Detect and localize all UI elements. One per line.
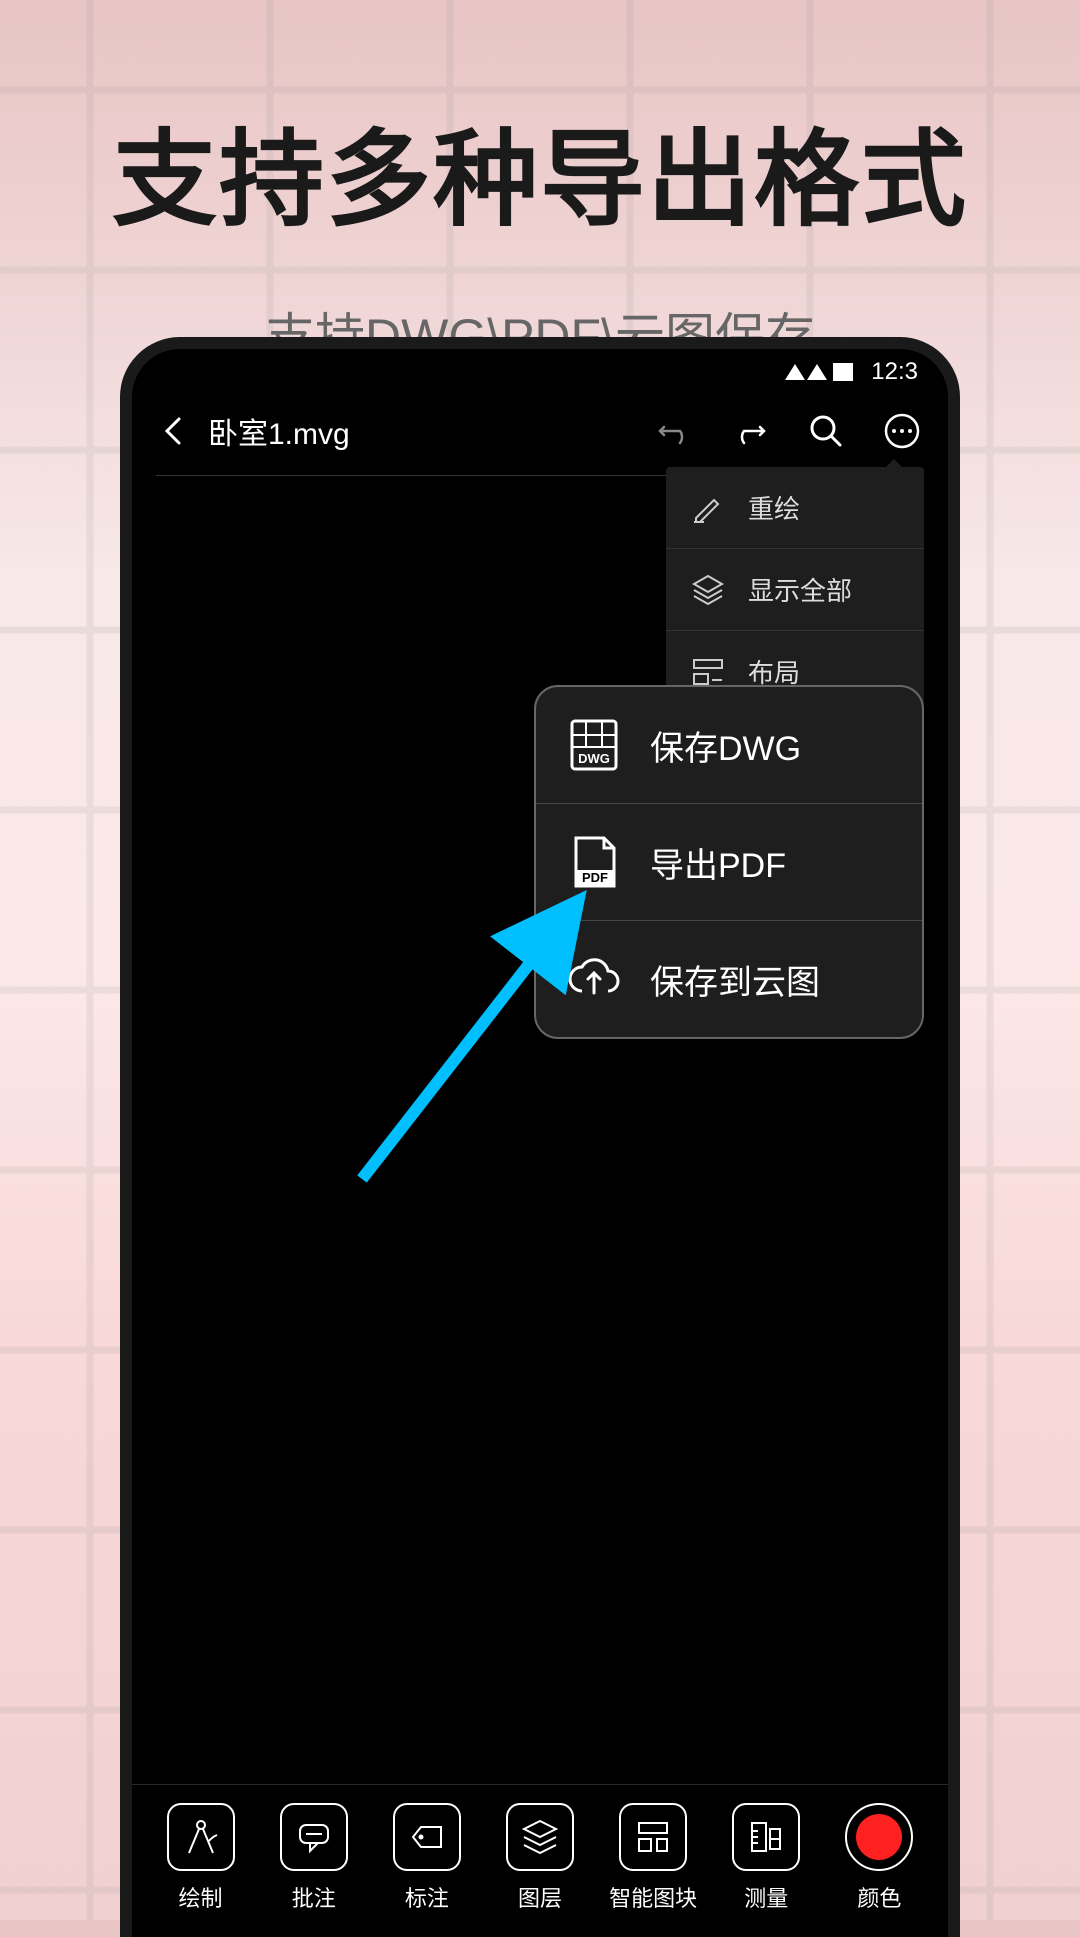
back-button[interactable] bbox=[158, 416, 188, 446]
export-label: 导出PDF bbox=[650, 838, 786, 887]
tool-color[interactable]: 颜色 bbox=[829, 1803, 929, 1913]
dropdown-menu: 重绘 显示全部 布局 bbox=[666, 467, 924, 712]
dwg-icon: DWG bbox=[566, 717, 622, 773]
export-label: 保存DWG bbox=[650, 721, 801, 770]
tool-label: 标注 bbox=[405, 1881, 449, 1913]
signal-icon bbox=[785, 364, 827, 380]
main-title: 支持多种导出格式 bbox=[0, 95, 1080, 247]
tool-smartblock[interactable]: 智能图块 bbox=[603, 1803, 703, 1913]
title-section: 支持多种导出格式 支持DWG\PDF\云图保存 bbox=[0, 0, 1080, 369]
undo-button[interactable] bbox=[654, 411, 694, 451]
file-title: 卧室1.mvg bbox=[208, 409, 634, 453]
tool-draw[interactable]: 绘制 bbox=[151, 1803, 251, 1913]
dropdown-label: 重绘 bbox=[748, 489, 800, 526]
tool-label: 测量 bbox=[744, 1881, 788, 1913]
tool-label: 批注 bbox=[292, 1881, 336, 1913]
svg-text:PDF: PDF bbox=[582, 870, 608, 885]
color-circle-icon bbox=[845, 1803, 913, 1871]
compass-icon bbox=[167, 1803, 235, 1871]
tool-label: 绘制 bbox=[179, 1881, 223, 1913]
redraw-icon bbox=[690, 490, 726, 526]
dropdown-item-redraw[interactable]: 重绘 bbox=[666, 467, 924, 549]
dropdown-label: 显示全部 bbox=[748, 571, 852, 608]
tool-label: 颜色 bbox=[857, 1881, 901, 1913]
app-header: 卧室1.mvg bbox=[132, 387, 948, 475]
redo-button[interactable] bbox=[730, 411, 770, 451]
tool-label: 图层 bbox=[518, 1881, 562, 1913]
tag-icon bbox=[393, 1803, 461, 1871]
layers-stack-icon bbox=[506, 1803, 574, 1871]
cloud-upload-icon bbox=[566, 951, 622, 1007]
bottom-toolbar: 绘制 批注 标注 bbox=[132, 1784, 948, 1937]
grid-icon bbox=[619, 1803, 687, 1871]
layers-icon bbox=[690, 572, 726, 608]
tool-annotate[interactable]: 标注 bbox=[377, 1803, 477, 1913]
more-button[interactable] bbox=[882, 411, 922, 451]
export-item-dwg[interactable]: DWG 保存DWG bbox=[536, 687, 922, 804]
export-item-pdf[interactable]: PDF 导出PDF bbox=[536, 804, 922, 921]
battery-icon bbox=[833, 363, 857, 381]
tool-layers[interactable]: 图层 bbox=[490, 1803, 590, 1913]
dropdown-item-showall[interactable]: 显示全部 bbox=[666, 549, 924, 631]
status-bar: 12:3 bbox=[132, 349, 948, 387]
phone-frame: 12:3 卧室1.mvg bbox=[120, 337, 960, 1937]
svg-text:DWG: DWG bbox=[578, 751, 610, 766]
ruler-icon bbox=[732, 1803, 800, 1871]
search-button[interactable] bbox=[806, 411, 846, 451]
export-menu: DWG 保存DWG PDF 导出PDF bbox=[534, 685, 924, 1039]
status-time: 12:3 bbox=[871, 358, 918, 386]
tool-label: 智能图块 bbox=[609, 1881, 697, 1913]
tool-comment[interactable]: 批注 bbox=[264, 1803, 364, 1913]
export-item-cloud[interactable]: 保存到云图 bbox=[536, 921, 922, 1037]
export-label: 保存到云图 bbox=[650, 955, 820, 1004]
comment-icon bbox=[280, 1803, 348, 1871]
tool-measure[interactable]: 测量 bbox=[716, 1803, 816, 1913]
pdf-icon: PDF bbox=[566, 834, 622, 890]
